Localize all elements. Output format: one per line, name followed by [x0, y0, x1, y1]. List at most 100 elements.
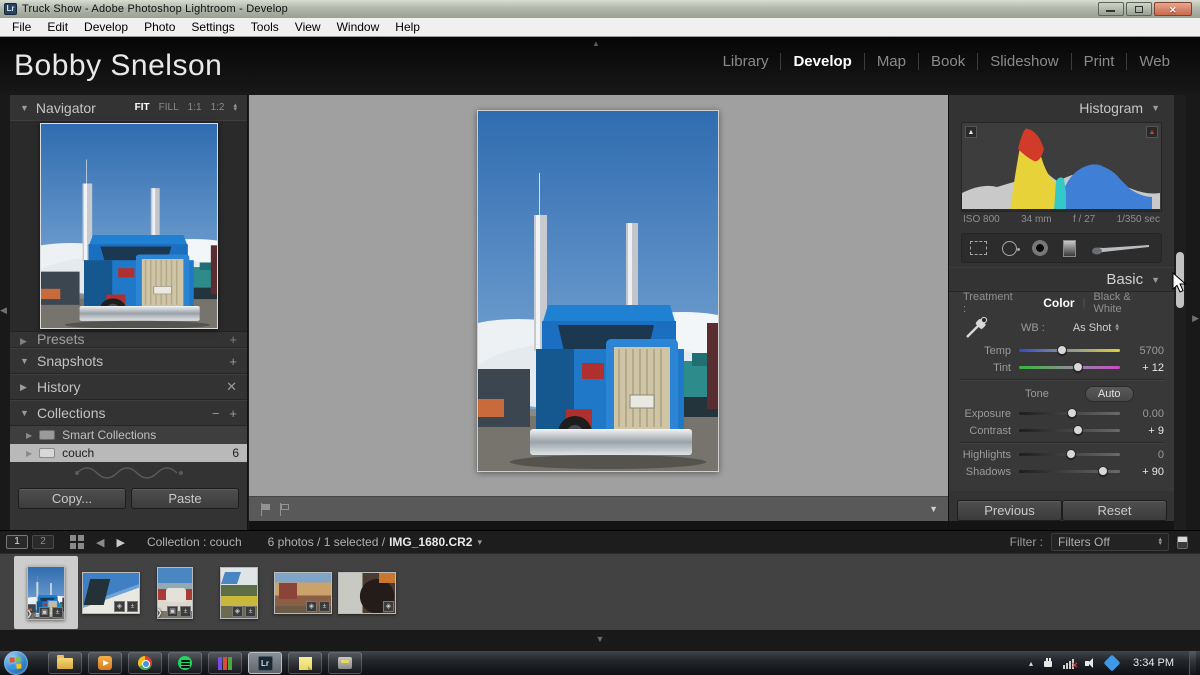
menu-file[interactable]: File — [4, 19, 39, 35]
spot-removal-tool-icon[interactable] — [1002, 241, 1017, 256]
adjustment-badge-icon[interactable]: ± — [319, 601, 330, 612]
treatment-color-option[interactable]: Color — [1043, 296, 1074, 310]
module-library[interactable]: Library — [711, 53, 781, 70]
right-panel-scrollbar[interactable] — [1174, 95, 1186, 530]
menu-develop[interactable]: Develop — [76, 19, 136, 35]
adjustment-brush-tool-icon[interactable] — [1091, 240, 1153, 256]
module-map[interactable]: Map — [864, 53, 918, 70]
main-photo-truck[interactable] — [477, 110, 719, 472]
wb-eyedropper-icon[interactable] — [963, 316, 989, 340]
power-plug-icon[interactable] — [1042, 658, 1054, 669]
taskbar-media-player-icon[interactable] — [88, 652, 122, 674]
exposure-slider[interactable] — [1019, 412, 1120, 415]
collection-item-smart-collections[interactable]: ▶ Smart Collections — [10, 426, 247, 444]
auto-tone-button[interactable]: Auto — [1085, 386, 1134, 402]
tint-slider[interactable] — [1019, 366, 1120, 369]
module-book[interactable]: Book — [918, 53, 977, 70]
collapse-icon[interactable]: ▼ — [20, 356, 29, 366]
highlight-clipping-indicator[interactable]: ▲ — [1146, 126, 1158, 138]
treatment-bw-option[interactable]: Black & White — [1093, 291, 1160, 315]
wb-dropdown-icon[interactable]: ▴▾ — [1115, 324, 1119, 332]
slider-thumb[interactable] — [1057, 345, 1067, 355]
right-panel-rail[interactable]: ▶ — [1186, 95, 1200, 530]
keyword-badge-icon[interactable]: ◈ — [114, 601, 125, 612]
snapshots-section-header[interactable]: ▼ Snapshots + — [10, 348, 247, 374]
taskbar-clock[interactable]: 3:34 PM — [1133, 657, 1174, 669]
menu-tools[interactable]: Tools — [243, 19, 287, 35]
volume-icon[interactable] — [1085, 658, 1097, 669]
filmstrip-cell-2[interactable]: ◈ ± — [79, 556, 143, 629]
slider-thumb[interactable] — [1073, 425, 1083, 435]
basic-panel-header[interactable]: Basic ▼ — [949, 267, 1174, 291]
crop-badge-icon[interactable]: ▣ — [39, 607, 50, 618]
slider-thumb[interactable] — [1098, 466, 1108, 476]
filter-dropdown[interactable]: Filters Off ▴▾ — [1051, 533, 1169, 551]
hide-top-panel-arrow-icon[interactable]: ▲ — [592, 39, 600, 48]
flag-pick-icon[interactable] — [259, 503, 272, 516]
adjustment-badge-icon[interactable]: ± — [127, 601, 138, 612]
shadows-slider[interactable] — [1019, 470, 1120, 473]
zoom-fill[interactable]: FILL — [159, 102, 179, 113]
menu-view[interactable]: View — [287, 19, 329, 35]
shadow-clipping-indicator[interactable]: ▲ — [965, 126, 977, 138]
reset-button[interactable]: Reset — [1062, 500, 1167, 521]
hidden-icons-arrow-icon[interactable]: ▴ — [1029, 659, 1033, 668]
histogram[interactable]: ▲ ▲ — [961, 122, 1162, 212]
navigator-preview[interactable] — [10, 120, 247, 332]
image-canvas[interactable] — [249, 95, 948, 496]
presets-section-header[interactable]: ▶ Presets + — [10, 332, 247, 348]
crop-tool-icon[interactable] — [970, 241, 987, 255]
menu-edit[interactable]: Edit — [39, 19, 76, 35]
menu-photo[interactable]: Photo — [136, 19, 183, 35]
collection-item-couch[interactable]: ▶ couch 6 — [10, 444, 247, 462]
slider-thumb[interactable] — [1073, 362, 1083, 372]
previous-button[interactable]: Previous — [957, 500, 1062, 521]
expand-icon[interactable]: ▶ — [20, 336, 29, 347]
network-status-icon[interactable]: ✕ — [1063, 658, 1076, 669]
taskbar-spotify-icon[interactable] — [168, 652, 202, 674]
contrast-slider[interactable] — [1019, 429, 1120, 432]
left-panel-rail[interactable]: ◀ — [0, 95, 10, 530]
menu-help[interactable]: Help — [387, 19, 428, 35]
adjustment-badge-icon[interactable]: ± — [52, 607, 63, 618]
remove-collection-icon[interactable]: − — [212, 406, 220, 421]
temp-slider[interactable] — [1019, 349, 1120, 352]
filter-toggle-switch[interactable] — [1177, 536, 1188, 549]
minimize-button[interactable] — [1098, 2, 1124, 16]
menu-window[interactable]: Window — [329, 19, 388, 35]
filmstrip-cell-5[interactable]: ◈ ± — [271, 556, 335, 629]
filmstrip-cell-4[interactable]: ◈ ± — [207, 556, 271, 629]
add-preset-icon[interactable]: + — [229, 332, 237, 347]
navigator-header[interactable]: ▼ Navigator FIT FILL 1:1 1:2 ▴▾ — [10, 95, 247, 120]
toolbar-options-icon[interactable]: ▼ — [929, 504, 938, 514]
keyword-badge-icon[interactable]: ◈ — [306, 601, 317, 612]
thumbnail-machine-green-portrait[interactable]: ◈ ± — [220, 567, 258, 619]
expand-icon[interactable]: ▶ — [26, 449, 32, 458]
taskbar-chrome-icon[interactable] — [128, 652, 162, 674]
keyword-badge-icon[interactable]: ◈ — [232, 606, 243, 617]
main-window-button[interactable]: 1 — [6, 535, 28, 549]
dropbox-icon[interactable] — [1104, 655, 1121, 672]
module-develop[interactable]: Develop — [780, 53, 863, 70]
grid-view-icon[interactable] — [70, 535, 84, 549]
module-web[interactable]: Web — [1126, 53, 1182, 70]
filmstrip-cell-1-selected[interactable]: ❯ ▣ ± — [14, 556, 78, 629]
module-slideshow[interactable]: Slideshow — [977, 53, 1070, 70]
thumbnail-detail-landscape[interactable]: ◈ — [338, 572, 396, 614]
filmstrip-cell-6[interactable]: ◈ — [335, 556, 399, 629]
taskbar-winrar-icon[interactable] — [208, 652, 242, 674]
hide-filmstrip-arrow-icon[interactable]: ▼ — [596, 634, 605, 644]
current-filename[interactable]: IMG_1680.CR2 — [389, 535, 472, 549]
next-photo-arrow-icon[interactable]: ▶ — [116, 536, 124, 549]
module-print[interactable]: Print — [1071, 53, 1127, 70]
crop-badge-icon[interactable]: ▣ — [167, 606, 178, 617]
add-collection-icon[interactable]: + — [229, 406, 237, 421]
flag-reject-icon[interactable] — [278, 503, 291, 516]
taskbar-sticky-notes-icon[interactable] — [288, 652, 322, 674]
maximize-button[interactable] — [1126, 2, 1152, 16]
expand-icon[interactable]: ▶ — [20, 382, 29, 393]
zoom-fit[interactable]: FIT — [135, 102, 150, 113]
thumbnail-truck-sky-landscape[interactable]: ◈ ± — [82, 572, 140, 614]
collapse-icon[interactable]: ▼ — [20, 103, 29, 113]
show-desktop-button[interactable] — [1189, 651, 1196, 675]
